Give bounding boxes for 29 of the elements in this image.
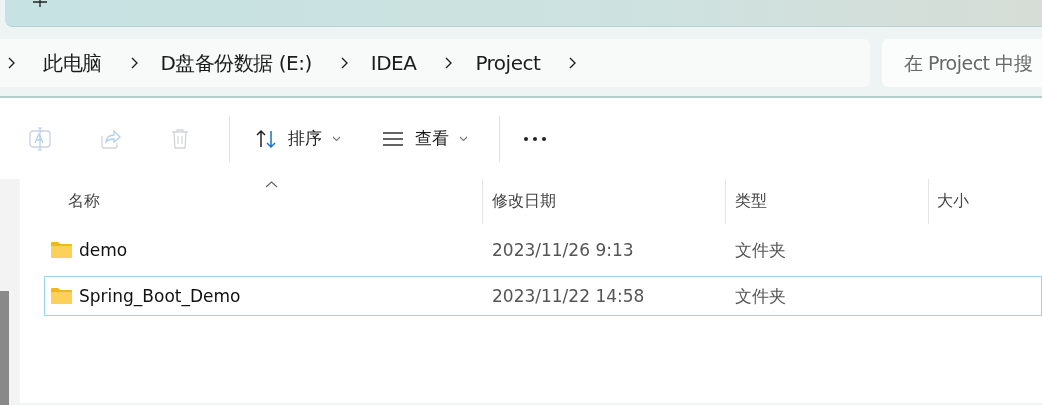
more-icon [524,136,546,141]
scrollbar-thumb[interactable] [0,291,9,405]
sort-button[interactable]: 排序 [250,118,345,159]
file-type: 文件夹 [735,238,786,262]
file-row[interactable]: Spring_Boot_Demo 2023/11/22 14:58 文件夹 [44,276,1042,316]
breadcrumb-item[interactable]: Project [475,51,541,75]
column-header[interactable]: 修改日期 [482,179,725,224]
file-name: Spring_Boot_Demo [79,286,241,306]
address-bar[interactable]: 此电脑 D盘备份数据 (E:) IDEA Project [0,39,870,87]
folder-icon [50,287,73,305]
breadcrumb-item[interactable]: IDEA [370,51,417,75]
modified-date: 2023/11/22 14:58 [492,286,645,306]
chevron-right-icon [6,56,17,70]
view-button[interactable]: 查看 [377,118,472,159]
breadcrumb-item[interactable]: D盘备份数据 (E:) [160,49,312,77]
column-header[interactable]: 名称 [44,179,482,224]
search-field[interactable]: 在 Project 中搜 [882,39,1042,87]
column-header[interactable]: 类型 [725,179,928,224]
folder-icon [50,241,73,259]
caret-down-icon [332,134,341,143]
rename-icon [28,126,52,151]
breadcrumb-item[interactable]: 此电脑 [43,49,102,77]
plus-icon[interactable] [33,0,47,7]
modified-date: 2023/11/26 9:13 [492,240,634,260]
file-type: 文件夹 [735,284,786,308]
file-row[interactable]: demo 2023/11/26 9:13 文件夹 [44,230,1042,270]
column-header[interactable]: 大小 [928,179,1042,224]
file-name: demo [79,240,128,260]
caret-down-icon [459,134,468,143]
